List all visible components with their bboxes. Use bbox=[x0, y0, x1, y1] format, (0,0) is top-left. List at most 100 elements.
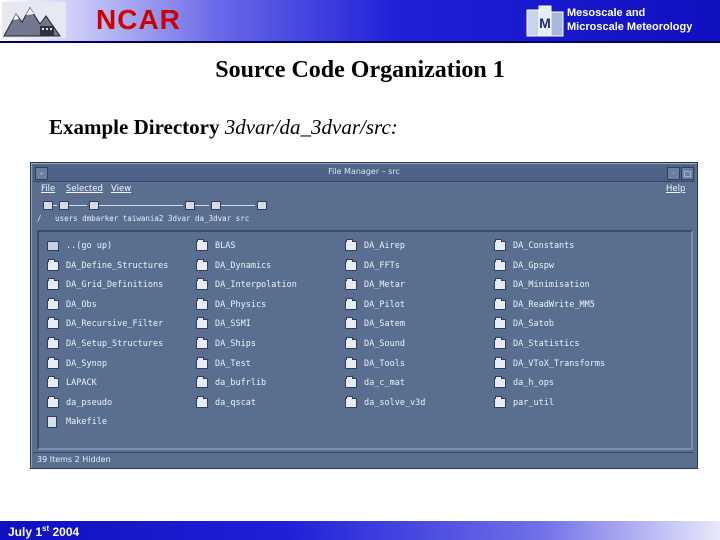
path-bar: / users dmbarker taiwania2 3dvar da_3dva… bbox=[35, 199, 693, 225]
slide-subtitle: Example Directory 3dvar/da_3dvar/src: bbox=[49, 115, 398, 140]
path-connector bbox=[69, 205, 87, 206]
item-name: par_util bbox=[513, 397, 554, 408]
item-name: DA_Test bbox=[215, 358, 251, 369]
folder-item[interactable]: DA_Constants bbox=[494, 239, 575, 252]
folder-item[interactable]: DA_ReadWrite_MM5 bbox=[494, 297, 595, 311]
menu-file[interactable]: File bbox=[41, 184, 55, 194]
folder-icon bbox=[345, 258, 357, 271]
window-title: File Manager – src bbox=[328, 167, 400, 176]
slide-title: Source Code Organization 1 bbox=[215, 57, 505, 83]
folder-icon bbox=[47, 395, 59, 408]
folder-item[interactable]: DA_VToX_Transforms bbox=[494, 356, 605, 370]
item-name: DA_Physics bbox=[215, 299, 267, 310]
file-manager-window: – File Manager – src · □ File Selected V… bbox=[30, 162, 698, 469]
folder-item[interactable]: DA_Airep bbox=[345, 239, 405, 252]
maximize-icon[interactable]: □ bbox=[681, 167, 694, 180]
menu-selected[interactable]: Selected bbox=[66, 184, 103, 194]
folder-item[interactable]: DA_Synop bbox=[47, 356, 107, 370]
folder-icon bbox=[196, 356, 208, 369]
folder-item[interactable]: DA_Grid_Definitions bbox=[47, 278, 163, 291]
folder-item[interactable]: LAPACK bbox=[47, 376, 97, 389]
folder-item[interactable]: DA_Statistics bbox=[494, 337, 580, 350]
folder-icon bbox=[196, 297, 208, 310]
folder-item[interactable]: DA_Recursive_Filter bbox=[47, 317, 163, 330]
item-name: da_solve_v3d bbox=[364, 397, 426, 408]
folder-item[interactable]: DA_Obs bbox=[47, 297, 97, 311]
folder-icon bbox=[494, 239, 506, 251]
minimize-icon[interactable]: · bbox=[667, 167, 680, 180]
folder-item[interactable]: DA_Metar bbox=[345, 278, 405, 291]
path-users-icon[interactable] bbox=[59, 201, 69, 210]
folder-item[interactable]: DA_Pilot bbox=[345, 297, 405, 311]
folder-item[interactable]: DA_FFTs bbox=[345, 258, 400, 272]
folder-item[interactable]: DA_Setup_Structures bbox=[47, 337, 163, 350]
folder-item[interactable]: BLAS bbox=[196, 239, 235, 252]
path-text: / users dmbarker taiwania2 3dvar da_3dva… bbox=[37, 214, 250, 223]
folder-item[interactable]: da_c_mat bbox=[345, 376, 405, 389]
window-titlebar[interactable]: – File Manager – src · □ bbox=[33, 165, 695, 182]
item-name: da_bufrlib bbox=[215, 378, 267, 389]
folder-icon bbox=[196, 337, 208, 349]
item-name: DA_Synop bbox=[66, 358, 107, 369]
item-name: DA_Dynamics bbox=[215, 260, 272, 271]
folder-item[interactable]: DA_Physics bbox=[196, 297, 267, 311]
folder-icon bbox=[345, 337, 357, 349]
folder-item[interactable]: DA_Tools bbox=[345, 356, 405, 370]
svg-text:M: M bbox=[539, 15, 551, 31]
folder-icon bbox=[47, 376, 59, 389]
item-name: DA_Ships bbox=[215, 339, 256, 349]
menu-help[interactable]: Help bbox=[666, 184, 685, 194]
path-3dvar-icon[interactable] bbox=[211, 201, 221, 210]
menu-view[interactable]: View bbox=[111, 184, 131, 194]
path-dmbarker-icon[interactable] bbox=[89, 201, 99, 210]
folder-item[interactable]: par_util bbox=[494, 395, 554, 409]
subtitle-path: 3dvar/da_3dvar/src: bbox=[224, 115, 398, 139]
item-name: da_c_mat bbox=[364, 378, 405, 389]
folder-item[interactable]: DA_Dynamics bbox=[196, 258, 272, 272]
item-name: DA_Constants bbox=[513, 241, 575, 251]
folder-icon bbox=[196, 278, 208, 291]
folder-item[interactable]: DA_Satob bbox=[494, 317, 554, 330]
folder-icon bbox=[494, 297, 506, 310]
folder-icon bbox=[345, 356, 357, 369]
folder-item[interactable]: da_pseudo bbox=[47, 395, 112, 409]
folder-item[interactable]: DA_Interpolation bbox=[196, 278, 297, 291]
folder-item[interactable]: DA_SSMI bbox=[196, 317, 251, 330]
status-text: 39 Items 2 Hidden bbox=[37, 455, 111, 464]
item-name: DA_Statistics bbox=[513, 339, 580, 349]
folder-item[interactable]: DA_Gpspw bbox=[494, 258, 554, 272]
folder-icon bbox=[196, 258, 208, 271]
path-root-icon[interactable] bbox=[43, 201, 53, 210]
item-name: DA_FFTs bbox=[364, 260, 400, 271]
folder-item[interactable]: DA_Ships bbox=[196, 337, 256, 350]
folder-icon bbox=[196, 376, 208, 389]
folder-item[interactable]: da_qscat bbox=[196, 395, 256, 409]
folder-item[interactable]: DA_Minimisation bbox=[494, 278, 590, 291]
folder-item[interactable]: da_solve_v3d bbox=[345, 395, 426, 409]
ncar-wordmark: NCAR bbox=[96, 4, 181, 35]
folder-icon bbox=[196, 239, 208, 251]
path-da3dvar-icon[interactable] bbox=[257, 201, 267, 210]
folder-icon bbox=[47, 278, 59, 291]
path-taiwania2-icon[interactable] bbox=[185, 201, 195, 210]
path-connector bbox=[99, 205, 183, 206]
item-name: DA_Interpolation bbox=[215, 280, 297, 291]
folder-item[interactable]: ..(go up) bbox=[47, 240, 112, 252]
mmm-logo-icon: M bbox=[526, 5, 564, 37]
folder-item[interactable]: da_bufrlib bbox=[196, 376, 267, 389]
file-item[interactable]: Makefile bbox=[47, 416, 107, 429]
item-name: DA_Define_Structures bbox=[66, 260, 169, 271]
item-name: DA_Pilot bbox=[364, 299, 405, 310]
folder-item[interactable]: DA_Sound bbox=[345, 337, 405, 350]
folder-item[interactable]: DA_Test bbox=[196, 356, 251, 370]
folder-icon bbox=[494, 258, 506, 271]
item-name: ..(go up) bbox=[66, 241, 113, 251]
item-name: LAPACK bbox=[66, 378, 97, 389]
menu-bar: File Selected View Help bbox=[33, 183, 695, 197]
folder-item[interactable]: DA_Satem bbox=[345, 317, 405, 330]
item-name: DA_ReadWrite_MM5 bbox=[513, 299, 595, 310]
item-name: Makefile bbox=[66, 417, 107, 428]
item-name: DA_Sound bbox=[364, 339, 405, 349]
folder-item[interactable]: DA_Define_Structures bbox=[47, 258, 169, 272]
folder-item[interactable]: da_h_ops bbox=[494, 376, 554, 389]
